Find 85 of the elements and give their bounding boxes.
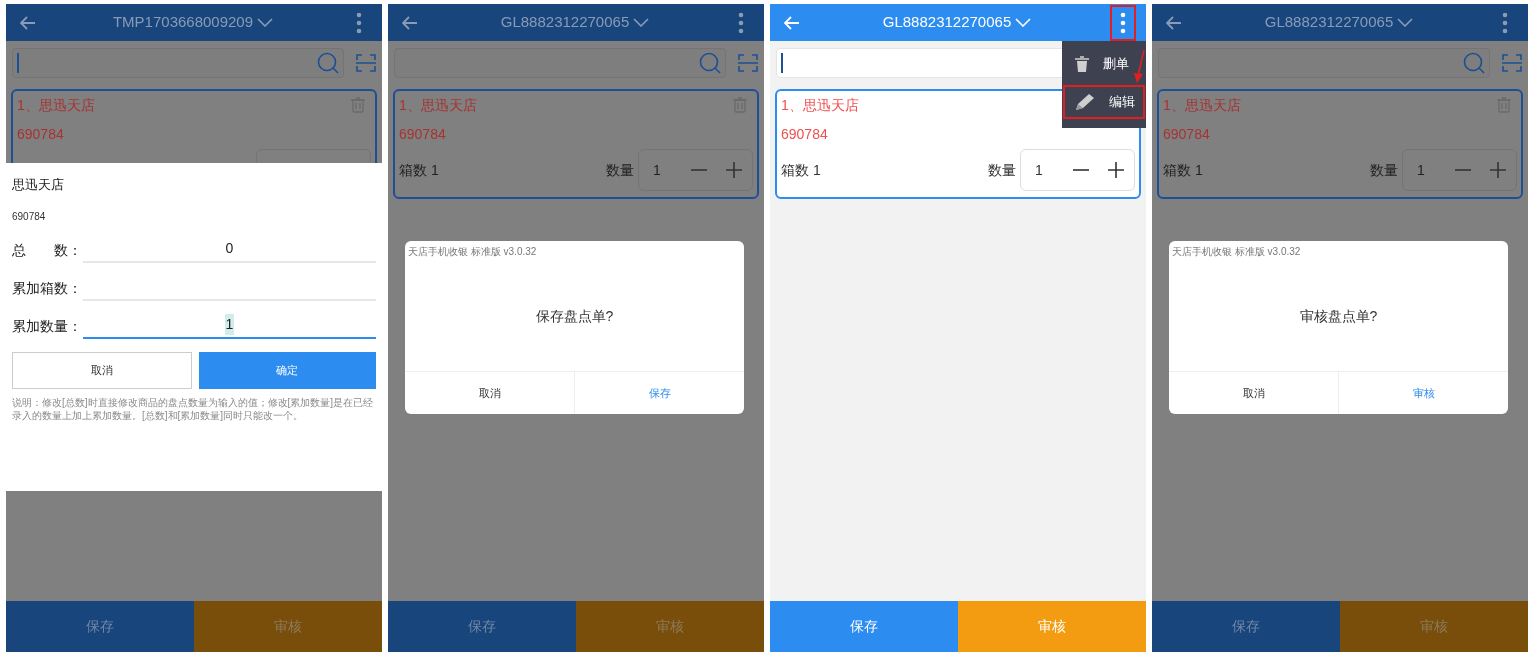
dialog-caption: 天店手机收银 标准版 v3.0.32 <box>408 244 537 259</box>
document-selector[interactable]: TMP1703668009209 <box>40 11 346 34</box>
input-field[interactable]: 0 <box>83 235 376 263</box>
save-button[interactable]: 保存 <box>6 601 194 652</box>
item-code: 690784 <box>781 124 828 144</box>
scan-icon <box>738 54 758 72</box>
minus-icon <box>1455 169 1472 171</box>
search-field[interactable] <box>394 48 726 78</box>
document-selector[interactable]: GL8882312270065 <box>804 11 1110 34</box>
dialog-message: 审核盘点单? <box>1299 306 1378 326</box>
pencil-icon <box>1075 93 1095 111</box>
scan-button[interactable] <box>356 53 376 73</box>
chevron-down-icon <box>633 18 650 27</box>
search-field[interactable] <box>1158 48 1490 78</box>
box-count: 箱数 1 <box>399 162 439 178</box>
minus-icon <box>1073 169 1090 171</box>
plus-icon <box>1490 162 1507 178</box>
field-label: 累加数量： <box>12 317 83 336</box>
quantity-value: 1 <box>652 160 662 180</box>
menu-item[interactable]: 删单 <box>1075 47 1129 81</box>
chevron-down-icon <box>1397 18 1414 27</box>
increase-button[interactable] <box>1106 160 1126 180</box>
item-code: 690784 <box>17 124 64 144</box>
back-arrow-icon <box>402 15 418 30</box>
document-selector[interactable]: GL8882312270065 <box>1186 11 1492 34</box>
scan-icon <box>356 54 376 72</box>
scan-button[interactable] <box>1502 53 1522 73</box>
item-name: 1、思迅天店 <box>781 95 859 115</box>
quantity-value: 1 <box>1416 160 1426 180</box>
item-name: 1、思迅天店 <box>399 95 477 115</box>
help-note: 说明：修改[总数]时直接修改商品的盘点数量为输入的值；修改[累加数量]是在已经录入的数量上加上累加数量。[总数]和[累加数量]同时只能改一个。 <box>12 396 375 422</box>
box-count: 箱数 1 <box>781 162 821 178</box>
quantity-stepper[interactable]: 1 <box>1020 149 1135 191</box>
quantity-label: 数量 <box>1370 160 1398 180</box>
more-icon <box>356 11 362 34</box>
cancel-button[interactable]: 取消 <box>1169 372 1338 414</box>
search-icon <box>1463 52 1485 74</box>
trash-icon <box>1075 56 1089 72</box>
item-card[interactable]: 1、思迅天店 690784 箱数 1 数量 1 <box>1157 89 1523 199</box>
confirm-button[interactable]: 审核 <box>1338 372 1508 414</box>
chevron-down-icon <box>1015 18 1032 27</box>
more-icon <box>738 11 744 34</box>
product-code: 690784 <box>12 209 46 224</box>
field-label: 累加箱数： <box>12 279 83 298</box>
quantity-value: 1 <box>1034 160 1044 180</box>
item-name: 1、思迅天店 <box>17 95 95 115</box>
search-field[interactable] <box>12 48 344 78</box>
box-count: 箱数 1 <box>1163 162 1203 178</box>
back-arrow-icon <box>20 15 36 30</box>
audit-button[interactable]: 审核 <box>958 601 1146 652</box>
save-button[interactable]: 保存 <box>1152 601 1340 652</box>
plus-icon <box>726 162 743 178</box>
save-button[interactable]: 保存 <box>770 601 958 652</box>
item-card[interactable]: 1、思迅天店 690784 箱数 1 数量 1 <box>393 89 759 199</box>
save-button[interactable]: 保存 <box>388 601 576 652</box>
back-arrow-icon <box>1166 15 1182 30</box>
more-icon <box>1120 11 1126 34</box>
item-code: 690784 <box>399 124 446 144</box>
quantity-label: 数量 <box>606 160 634 180</box>
item-code: 690784 <box>1163 124 1210 144</box>
confirm-button[interactable]: 保存 <box>574 372 744 414</box>
chevron-down-icon <box>257 18 274 27</box>
more-button[interactable] <box>1110 4 1136 41</box>
product-name: 思迅天店 <box>12 176 64 195</box>
scan-button[interactable] <box>738 53 758 73</box>
field-value: 0 <box>224 238 235 258</box>
more-icon <box>1502 11 1508 34</box>
search-icon <box>699 52 721 74</box>
field-label: 总 数： <box>12 241 83 260</box>
field-value: 1 <box>224 313 235 335</box>
item-name: 1、思迅天店 <box>1163 95 1241 115</box>
document-selector[interactable]: GL8882312270065 <box>422 11 728 34</box>
back-arrow-icon <box>784 15 800 30</box>
menu-item[interactable]: 编辑 <box>1063 85 1145 119</box>
input-field[interactable]: 1 <box>83 311 376 339</box>
quantity-label: 数量 <box>988 160 1016 180</box>
minus-icon <box>691 169 708 171</box>
cancel-button[interactable]: 取消 <box>405 372 574 414</box>
confirm-button[interactable]: 确定 <box>198 352 376 389</box>
search-icon <box>317 52 339 74</box>
plus-icon <box>1108 162 1125 178</box>
dialog-message: 保存盘点单? <box>535 306 614 326</box>
dialog-caption: 天店手机收银 标准版 v3.0.32 <box>1172 244 1301 259</box>
scan-icon <box>1502 54 1522 72</box>
cancel-button[interactable]: 取消 <box>12 352 192 389</box>
